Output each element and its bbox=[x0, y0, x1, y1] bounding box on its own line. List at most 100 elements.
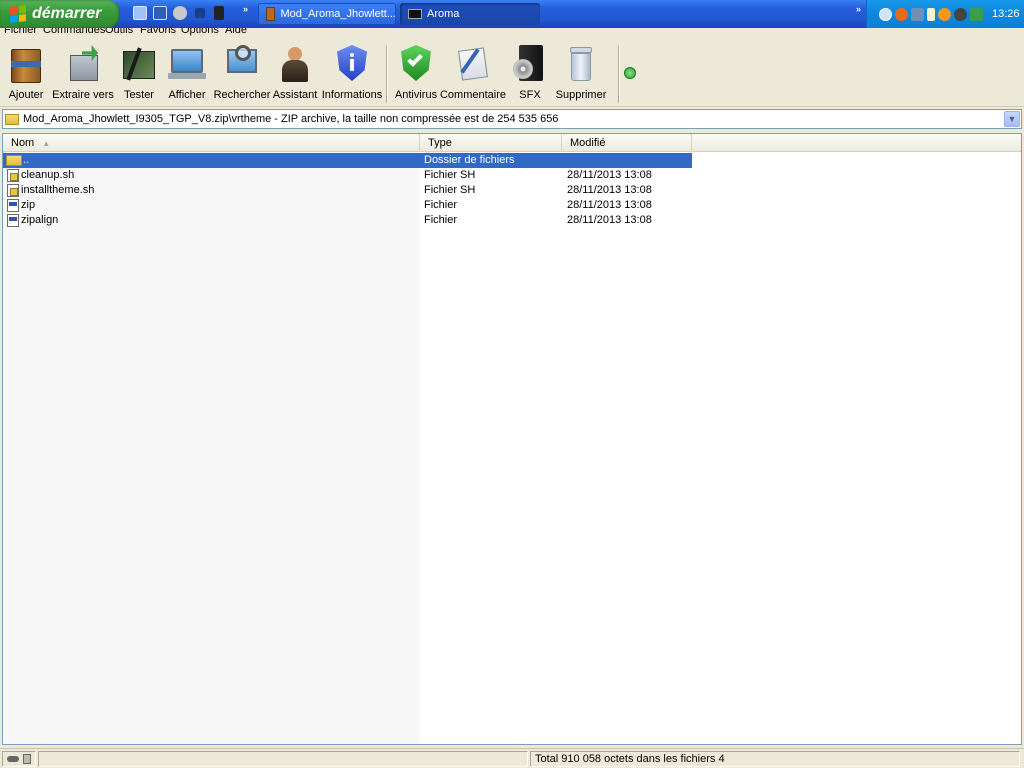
start-button[interactable]: démarrer bbox=[0, 0, 120, 28]
toolbar-expand-icon[interactable] bbox=[624, 67, 636, 79]
file-name: cleanup.sh bbox=[21, 169, 75, 181]
table-row[interactable]: .. Dossier de fichiers bbox=[3, 153, 692, 168]
info-button[interactable]: Informations bbox=[322, 43, 382, 105]
sfx-label: SFX bbox=[519, 89, 541, 101]
clock[interactable]: 13:26 bbox=[992, 8, 1020, 20]
file-name: zip bbox=[21, 199, 36, 211]
lock-icon[interactable] bbox=[23, 754, 31, 764]
wizard-icon bbox=[276, 43, 314, 85]
drive-icon[interactable] bbox=[7, 756, 19, 762]
search-button[interactable]: Rechercher bbox=[214, 43, 270, 105]
status-icons-panel bbox=[2, 751, 36, 767]
extract-icon bbox=[64, 43, 102, 85]
sort-arrow-icon: ▲ bbox=[42, 138, 51, 148]
menu-item-commandes[interactable]: Commandes bbox=[43, 28, 105, 36]
orange-app-icon[interactable] bbox=[938, 7, 951, 21]
menu-item-favoris[interactable]: Favoris bbox=[140, 28, 176, 36]
file-type: Fichier bbox=[424, 199, 458, 211]
column-header-type[interactable]: Type bbox=[420, 134, 562, 152]
menu-item-outils[interactable]: Outils bbox=[105, 28, 133, 36]
delete-button[interactable]: Supprimer bbox=[556, 43, 606, 105]
wizard-button[interactable]: Assistant bbox=[272, 43, 318, 105]
file-type: Dossier de fichiers bbox=[424, 154, 515, 166]
test-label: Tester bbox=[124, 89, 154, 101]
status-text: Total 910 058 octets dans les fichiers 4 bbox=[535, 753, 725, 765]
folder-icon bbox=[5, 113, 19, 125]
media-icon[interactable] bbox=[173, 6, 187, 20]
test-icon bbox=[120, 43, 158, 85]
taskbar-button-archive[interactable]: Mod_Aroma_Jhowlett... bbox=[258, 3, 396, 25]
table-row[interactable]: zipalign Fichier 28/11/2013 13:08 bbox=[3, 213, 692, 228]
archive-add-icon bbox=[7, 43, 45, 85]
start-label: démarrer bbox=[32, 5, 102, 22]
folder-icon bbox=[6, 155, 22, 166]
phone-icon[interactable] bbox=[214, 6, 224, 20]
windows-logo-icon bbox=[10, 5, 26, 23]
path-dropdown-icon[interactable]: ▼ bbox=[1004, 111, 1020, 127]
system-tray: 13:26 bbox=[866, 0, 1024, 28]
shield-icon[interactable] bbox=[954, 7, 967, 21]
column-header-name[interactable]: Nom ▲ bbox=[3, 134, 420, 152]
table-row[interactable]: cleanup.sh Fichier SH 28/11/2013 13:08 bbox=[3, 168, 692, 183]
app-icon[interactable] bbox=[195, 8, 205, 18]
comment-icon bbox=[454, 43, 492, 85]
network-status-icon[interactable] bbox=[970, 7, 983, 21]
toolbar-separator bbox=[618, 45, 620, 103]
script-file-icon bbox=[7, 169, 19, 182]
taskbar-button-label: Aroma bbox=[427, 8, 460, 20]
wizard-label: Assistant bbox=[272, 89, 318, 101]
delete-icon bbox=[562, 43, 600, 85]
file-type: Fichier SH bbox=[424, 169, 476, 181]
antivirus-label: Antivirus bbox=[394, 89, 438, 101]
extract-button[interactable]: Extraire vers bbox=[52, 43, 114, 105]
menu-item-fichier[interactable]: Fichier bbox=[4, 28, 37, 36]
network-icon[interactable] bbox=[133, 6, 147, 20]
view-icon bbox=[168, 43, 206, 85]
terminal-icon bbox=[408, 9, 422, 19]
status-bar: Total 910 058 octets dans les fichiers 4 bbox=[0, 748, 1024, 768]
file-list: Nom ▲ Type Modifié .. Dossier de fichier… bbox=[2, 133, 1022, 745]
winrar-icon bbox=[266, 7, 276, 21]
search-label: Rechercher bbox=[213, 89, 271, 101]
add-button[interactable]: Ajouter bbox=[4, 43, 48, 105]
script-file-icon bbox=[7, 184, 19, 197]
info-icon bbox=[333, 43, 371, 85]
menu-item-aide[interactable]: Aide bbox=[225, 28, 247, 36]
path-bar[interactable]: Mod_Aroma_Jhowlett_I9305_TGP_V8.zip\vrth… bbox=[2, 109, 1022, 129]
sfx-button[interactable]: SFX bbox=[510, 43, 550, 105]
delete-label: Supprimer bbox=[555, 89, 607, 101]
taskbar: démarrer » Mod_Aroma_Jhowlett... Aroma »… bbox=[0, 0, 1024, 28]
path-text: Mod_Aroma_Jhowlett_I9305_TGP_V8.zip\vrth… bbox=[23, 113, 559, 125]
search-icon bbox=[223, 43, 261, 85]
extract-label: Extraire vers bbox=[52, 89, 114, 101]
file-name: installtheme.sh bbox=[21, 184, 95, 196]
column-header-modified[interactable]: Modifié bbox=[562, 134, 692, 152]
test-button[interactable]: Tester bbox=[119, 43, 159, 105]
quicklaunch-chevron-icon[interactable]: » bbox=[243, 4, 248, 14]
toolbar: Ajouter Extraire vers Tester Afficher Re… bbox=[0, 39, 1024, 107]
tray-chevron-icon[interactable]: » bbox=[856, 4, 861, 14]
network-icon[interactable] bbox=[911, 7, 924, 21]
toolbar-separator bbox=[386, 45, 388, 103]
info-label: Informations bbox=[321, 89, 383, 101]
file-type: Fichier bbox=[424, 214, 458, 226]
status-text-panel: Total 910 058 octets dans les fichiers 4 bbox=[530, 751, 1020, 767]
table-row[interactable]: installtheme.sh Fichier SH 28/11/2013 13… bbox=[3, 183, 692, 198]
view-button[interactable]: Afficher bbox=[164, 43, 210, 105]
antivirus-button[interactable]: Antivirus bbox=[394, 43, 438, 105]
firefox-icon[interactable] bbox=[895, 7, 908, 21]
view-label: Afficher bbox=[168, 89, 206, 101]
taskbar-button-aroma[interactable]: Aroma bbox=[400, 3, 540, 25]
binary-file-icon bbox=[7, 214, 19, 227]
back-arrow-icon[interactable] bbox=[879, 7, 892, 21]
usb-icon[interactable] bbox=[927, 7, 935, 21]
table-row[interactable]: zip Fichier 28/11/2013 13:08 bbox=[3, 198, 692, 213]
comment-button[interactable]: Commentaire bbox=[440, 43, 506, 105]
taskbar-button-label: Mod_Aroma_Jhowlett... bbox=[280, 8, 396, 20]
add-label: Ajouter bbox=[8, 89, 44, 101]
desktop-icon[interactable] bbox=[153, 6, 167, 20]
menu-bar: Fichier Commandes Outils Favoris Options… bbox=[0, 28, 1024, 39]
file-modified: 28/11/2013 13:08 bbox=[567, 169, 652, 181]
file-modified: 28/11/2013 13:08 bbox=[567, 184, 652, 196]
menu-item-options[interactable]: Options bbox=[181, 28, 219, 36]
